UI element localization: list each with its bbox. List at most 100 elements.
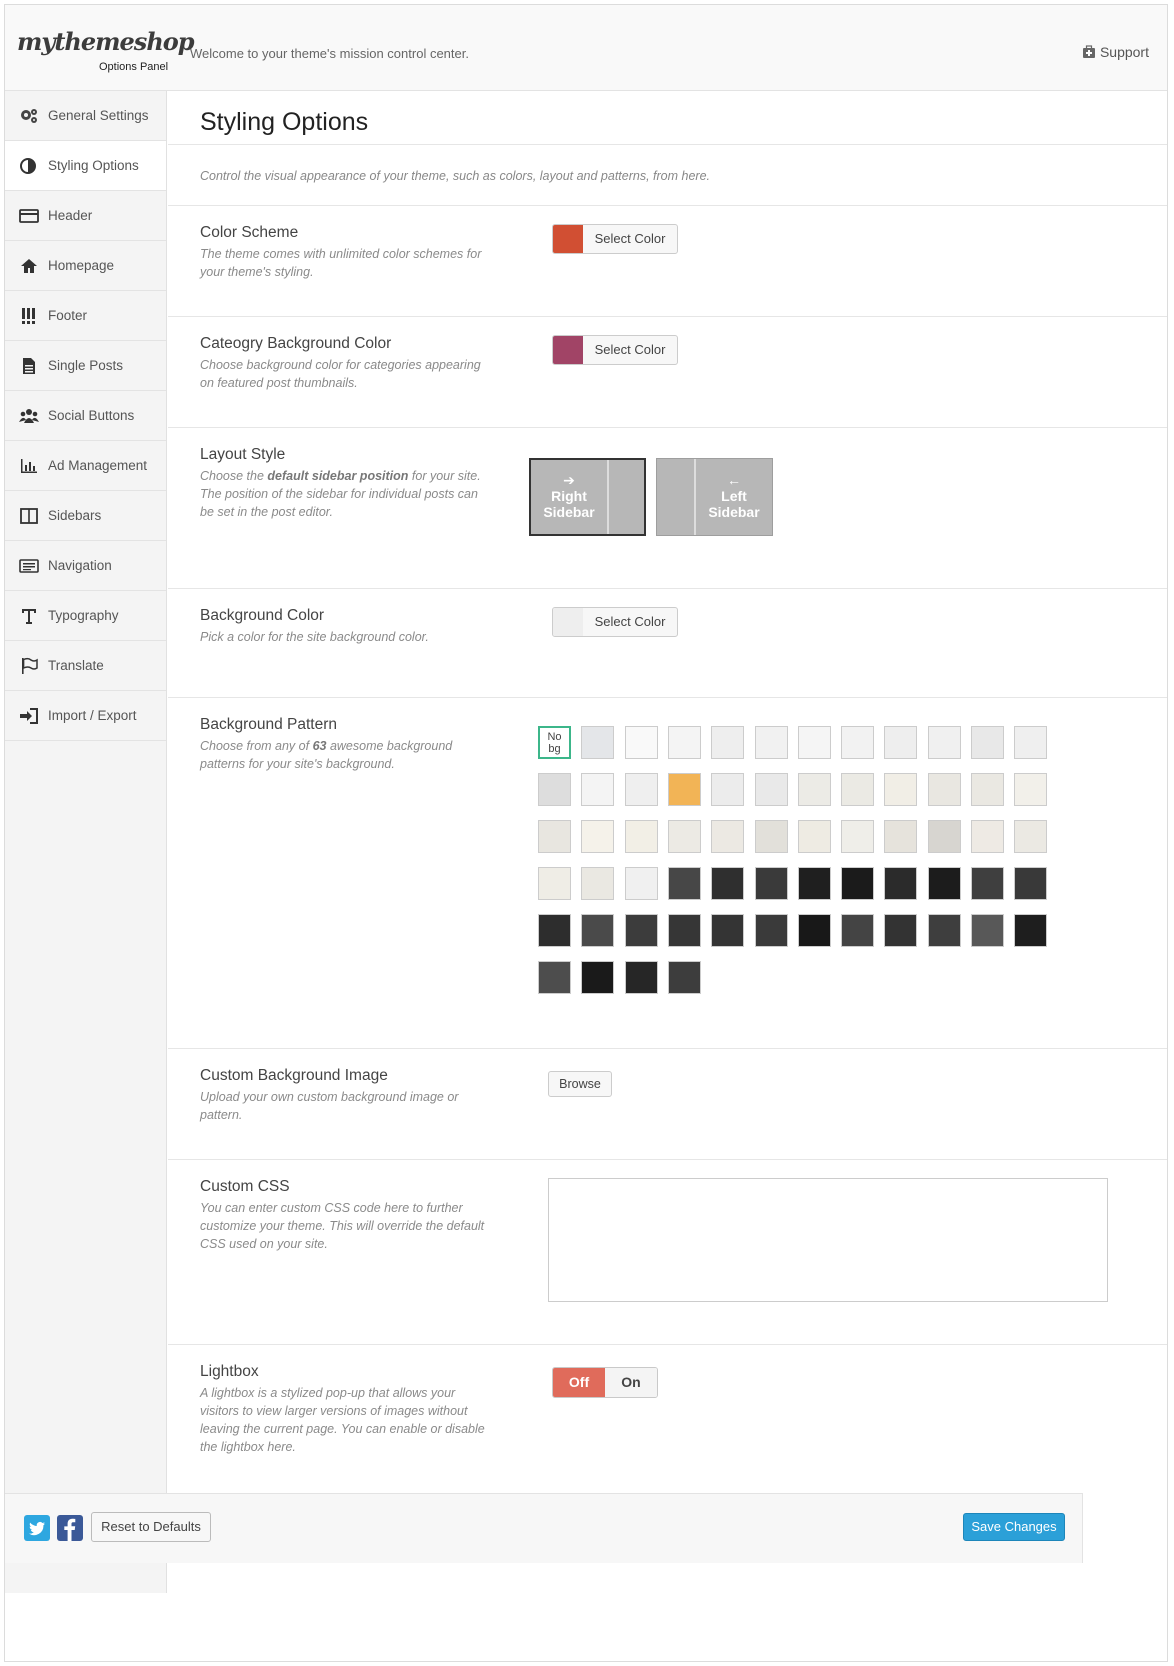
layout-desc-bold: default sidebar position — [267, 469, 409, 483]
pattern-swatch[interactable] — [667, 773, 701, 806]
custom-css-textarea[interactable] — [548, 1178, 1108, 1302]
pattern-swatch[interactable] — [884, 820, 918, 853]
pattern-swatch[interactable] — [754, 773, 788, 806]
pattern-swatch[interactable] — [797, 820, 831, 853]
pattern-swatch[interactable] — [581, 773, 615, 806]
pattern-swatch[interactable] — [1014, 726, 1048, 759]
pattern-swatch[interactable] — [797, 773, 831, 806]
pattern-swatch[interactable] — [711, 726, 745, 759]
sidebar-item-sidebars[interactable]: Sidebars — [5, 491, 166, 541]
pattern-swatch[interactable] — [581, 914, 615, 947]
pattern-swatch[interactable] — [754, 867, 788, 900]
pattern-swatch[interactable] — [754, 820, 788, 853]
pattern-swatch[interactable] — [971, 914, 1004, 947]
pattern-swatch[interactable] — [667, 914, 701, 947]
pattern-swatch[interactable] — [841, 914, 875, 947]
columns-icon — [20, 507, 38, 524]
pattern-swatch[interactable] — [927, 820, 961, 853]
sidebar-item-typography[interactable]: Typography — [5, 591, 166, 641]
pattern-swatch[interactable] — [884, 914, 918, 947]
pattern-swatch[interactable] — [1014, 867, 1048, 900]
sidebar-item-translate[interactable]: Translate — [5, 641, 166, 691]
pattern-swatch[interactable] — [624, 773, 658, 806]
sidebar-item-social-buttons[interactable]: Social Buttons — [5, 391, 166, 441]
category-bg-desc: Choose background color for categories a… — [200, 358, 481, 390]
pattern-swatch[interactable] — [624, 867, 658, 900]
color-scheme-picker[interactable]: Select Color — [552, 224, 678, 254]
pattern-swatch[interactable] — [927, 867, 961, 900]
pattern-swatch[interactable] — [667, 867, 701, 900]
pattern-swatch[interactable] — [711, 914, 745, 947]
pattern-swatch[interactable] — [624, 726, 658, 759]
pattern-swatch[interactable] — [884, 773, 918, 806]
background-color-picker[interactable]: Select Color — [552, 607, 678, 637]
pattern-swatch[interactable] — [1014, 773, 1048, 806]
pattern-swatch[interactable] — [538, 961, 571, 994]
pattern-swatch[interactable] — [624, 914, 658, 947]
footer-icon — [22, 307, 35, 324]
pattern-swatch[interactable] — [538, 914, 571, 947]
pattern-swatch[interactable] — [711, 773, 745, 806]
pattern-swatch[interactable] — [797, 726, 831, 759]
pattern-swatch[interactable] — [667, 726, 701, 759]
pattern-swatch[interactable] — [1014, 820, 1048, 853]
pattern-swatch[interactable] — [797, 867, 831, 900]
sidebar-item-styling-options[interactable]: Styling Options — [5, 141, 166, 191]
pattern-swatch[interactable] — [927, 773, 961, 806]
save-changes-button[interactable]: Save Changes — [963, 1513, 1065, 1541]
pattern-swatch[interactable] — [841, 726, 875, 759]
sidebar-item-homepage[interactable]: Homepage — [5, 241, 166, 291]
pattern-swatch[interactable] — [971, 867, 1004, 900]
pattern-swatch[interactable] — [624, 961, 658, 994]
pattern-swatch[interactable] — [884, 867, 918, 900]
pattern-swatch[interactable] — [971, 726, 1004, 759]
custom-css-label: Custom CSS — [200, 1178, 290, 1195]
browse-button[interactable]: Browse — [548, 1071, 612, 1097]
twitter-button[interactable] — [24, 1515, 50, 1541]
pattern-swatch[interactable] — [1014, 914, 1048, 947]
sidebar-item-label: Navigation — [48, 558, 112, 573]
pattern-swatch[interactable] — [538, 867, 571, 900]
pattern-swatch[interactable] — [927, 726, 961, 759]
support-link[interactable]: Support — [1082, 44, 1149, 60]
pattern-swatch[interactable] — [884, 726, 918, 759]
pattern-swatch[interactable] — [624, 820, 658, 853]
pattern-swatch[interactable] — [581, 867, 615, 900]
facebook-button[interactable] — [57, 1515, 83, 1541]
sidebar-item-ad-management[interactable]: Ad Management — [5, 441, 166, 491]
header-icon — [19, 208, 39, 223]
pattern-swatch[interactable] — [841, 867, 875, 900]
pattern-swatch[interactable] — [711, 820, 745, 853]
pattern-swatch[interactable] — [667, 820, 701, 853]
pattern-swatch[interactable] — [841, 820, 875, 853]
lightbox-on-button[interactable]: On — [605, 1368, 657, 1397]
pattern-swatch[interactable] — [581, 961, 615, 994]
pattern-swatch[interactable] — [581, 820, 615, 853]
sidebar-item-header[interactable]: Header — [5, 191, 166, 241]
pattern-swatch[interactable] — [971, 820, 1004, 853]
pattern-swatch[interactable] — [754, 726, 788, 759]
lightbox-toggle[interactable]: Off On — [552, 1367, 658, 1398]
sidebar-item-navigation[interactable]: Navigation — [5, 541, 166, 591]
pattern-swatch[interactable] — [797, 914, 831, 947]
pattern-swatch[interactable] — [538, 773, 571, 806]
pattern-no-bg[interactable]: No bg — [538, 726, 571, 759]
sidebar-item-general-settings[interactable]: General Settings — [5, 91, 166, 141]
pattern-swatch[interactable] — [667, 961, 701, 994]
pattern-swatch[interactable] — [754, 914, 788, 947]
pattern-swatch[interactable] — [538, 820, 571, 853]
pattern-swatch[interactable] — [711, 867, 745, 900]
layout-left-sidebar[interactable]: ← Left Sidebar — [656, 458, 773, 536]
main-content: Styling Options Control the visual appea… — [168, 91, 1167, 1495]
pattern-swatch[interactable] — [927, 914, 961, 947]
pattern-swatch[interactable] — [841, 773, 875, 806]
layout-right-sidebar[interactable]: ➔ Right Sidebar — [529, 458, 646, 536]
pattern-swatch[interactable] — [581, 726, 615, 759]
sidebar-item-import-export[interactable]: Import / Export — [5, 691, 166, 741]
pattern-swatch[interactable] — [971, 773, 1004, 806]
sidebar-item-footer[interactable]: Footer — [5, 291, 166, 341]
reset-defaults-button[interactable]: Reset to Defaults — [91, 1512, 211, 1542]
lightbox-off-button[interactable]: Off — [553, 1368, 605, 1397]
sidebar-item-single-posts[interactable]: Single Posts — [5, 341, 166, 391]
category-bg-picker[interactable]: Select Color — [552, 335, 678, 365]
